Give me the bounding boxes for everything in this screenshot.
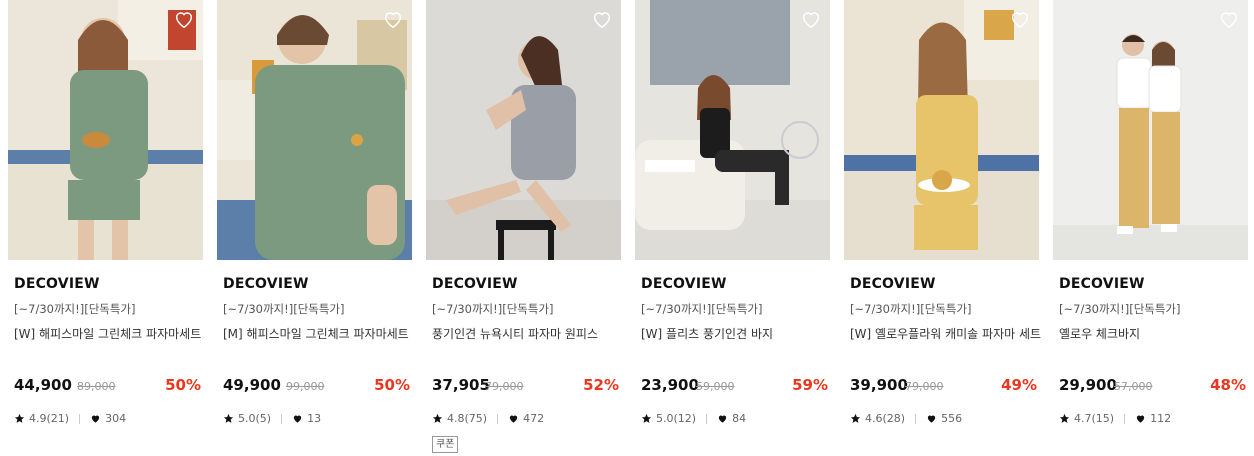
rating: 4.8(75) — [447, 412, 488, 425]
like-count: 556 — [941, 412, 963, 425]
original-price: 79,000 — [485, 380, 524, 393]
discount-rate: 49% — [1001, 376, 1037, 394]
wishlist-heart-icon[interactable] — [591, 8, 613, 30]
brand-name[interactable]: DECOVIEW — [14, 276, 100, 292]
brand-name[interactable]: DECOVIEW — [223, 276, 309, 292]
product-name[interactable]: 풍기인견 뉴욕시티 파자마 원피스 — [432, 325, 598, 342]
divider — [915, 413, 917, 424]
brand-name[interactable]: DECOVIEW — [432, 276, 518, 292]
product-image[interactable] — [844, 0, 1039, 260]
like-count: 84 — [732, 412, 747, 425]
promo-text: [~7/30까지!][단독특가] — [641, 302, 763, 316]
product-meta: 5.0(12) 84 — [641, 412, 746, 425]
rating: 5.0(5) — [238, 412, 272, 425]
original-price: 99,000 — [286, 380, 325, 393]
divider — [79, 413, 81, 424]
star-icon — [14, 413, 25, 423]
discount-rate: 48% — [1210, 376, 1246, 394]
rating: 4.9(21) — [29, 412, 70, 425]
brand-name[interactable]: DECOVIEW — [1059, 276, 1145, 292]
product-card[interactable]: DECOVIEW [~7/30까지!][단독특가] 옐로우 체크바지 29,90… — [1053, 0, 1248, 456]
heart-icon — [927, 415, 936, 423]
sale-price: 23,900 — [641, 376, 699, 394]
wishlist-heart-icon[interactable] — [800, 8, 822, 30]
product-image[interactable] — [426, 0, 621, 260]
heart-icon — [91, 415, 100, 423]
product-image[interactable] — [635, 0, 830, 260]
like-count: 112 — [1150, 412, 1172, 425]
heart-icon — [1136, 415, 1145, 423]
product-image[interactable] — [217, 0, 412, 260]
wishlist-heart-icon[interactable] — [1218, 8, 1240, 30]
star-icon — [223, 413, 234, 423]
divider — [1124, 413, 1126, 424]
discount-rate: 50% — [165, 376, 201, 394]
product-meta: 4.7(15) 112 — [1059, 412, 1171, 425]
promo-text: [~7/30까지!][단독특가] — [432, 302, 554, 316]
rating: 4.6(28) — [865, 412, 906, 425]
original-price: 59,000 — [696, 380, 735, 393]
promo-text: [~7/30까지!][단독특가] — [14, 302, 136, 316]
product-meta: 4.8(75) 472 — [432, 412, 544, 425]
sale-price: 29,900 — [1059, 376, 1117, 394]
product-meta: 5.0(5) 13 — [223, 412, 321, 425]
original-price: 79,000 — [905, 380, 944, 393]
discount-rate: 50% — [374, 376, 410, 394]
product-name[interactable]: [W] 해피스마일 그린체크 파자마세트 — [14, 325, 201, 342]
product-meta: 4.6(28) 556 — [850, 412, 962, 425]
product-card[interactable]: DECOVIEW [~7/30까지!][단독특가] [W] 플리츠 풍기인견 바… — [635, 0, 830, 456]
heart-icon — [718, 415, 727, 423]
sale-price: 39,900 — [850, 376, 908, 394]
heart-icon — [509, 415, 518, 423]
promo-text: [~7/30까지!][단독특가] — [223, 302, 345, 316]
divider — [497, 413, 499, 424]
discount-rate: 59% — [792, 376, 828, 394]
heart-icon — [293, 415, 302, 423]
wishlist-heart-icon[interactable] — [382, 8, 404, 30]
like-count: 13 — [307, 412, 322, 425]
wishlist-heart-icon[interactable] — [173, 8, 195, 30]
brand-name[interactable]: DECOVIEW — [850, 276, 936, 292]
product-name[interactable]: [M] 해피스마일 그린체크 파자마세트 — [223, 325, 409, 342]
product-meta: 4.9(21) 304 — [14, 412, 126, 425]
like-count: 304 — [105, 412, 127, 425]
original-price: 89,000 — [77, 380, 116, 393]
sale-price: 37,905 — [432, 376, 490, 394]
divider — [706, 413, 708, 424]
product-name[interactable]: [W] 플리츠 풍기인견 바지 — [641, 325, 773, 342]
wishlist-heart-icon[interactable] — [1009, 8, 1031, 30]
discount-rate: 52% — [583, 376, 619, 394]
product-card[interactable]: DECOVIEW [~7/30까지!][단독특가] 풍기인견 뉴욕시티 파자마 … — [426, 0, 621, 456]
product-card[interactable]: DECOVIEW [~7/30까지!][단독특가] [W] 해피스마일 그린체크… — [8, 0, 203, 456]
star-icon — [850, 413, 861, 423]
rating: 4.7(15) — [1074, 412, 1115, 425]
like-count: 472 — [523, 412, 545, 425]
star-icon — [641, 413, 652, 423]
star-icon — [432, 413, 443, 423]
rating: 5.0(12) — [656, 412, 697, 425]
original-price: 57,000 — [1114, 380, 1153, 393]
divider — [281, 413, 283, 424]
product-image[interactable] — [8, 0, 203, 260]
promo-text: [~7/30까지!][단독특가] — [850, 302, 972, 316]
product-card[interactable]: DECOVIEW [~7/30까지!][단독특가] [W] 옐로우플라워 캐미솔… — [844, 0, 1041, 456]
product-grid: DECOVIEW [~7/30까지!][단독특가] [W] 해피스마일 그린체크… — [0, 0, 1254, 456]
product-name[interactable]: 옐로우 체크바지 — [1059, 325, 1140, 342]
brand-name[interactable]: DECOVIEW — [641, 276, 727, 292]
promo-text: [~7/30까지!][단독특가] — [1059, 302, 1181, 316]
coupon-badge: 쿠폰 — [432, 436, 459, 453]
product-image[interactable] — [1053, 0, 1248, 260]
star-icon — [1059, 413, 1070, 423]
product-name[interactable]: [W] 옐로우플라워 캐미솔 파자마 세트 — [850, 325, 1041, 342]
sale-price: 44,900 — [14, 376, 72, 394]
sale-price: 49,900 — [223, 376, 281, 394]
product-card[interactable]: DECOVIEW [~7/30까지!][단독특가] [M] 해피스마일 그린체크… — [217, 0, 412, 456]
